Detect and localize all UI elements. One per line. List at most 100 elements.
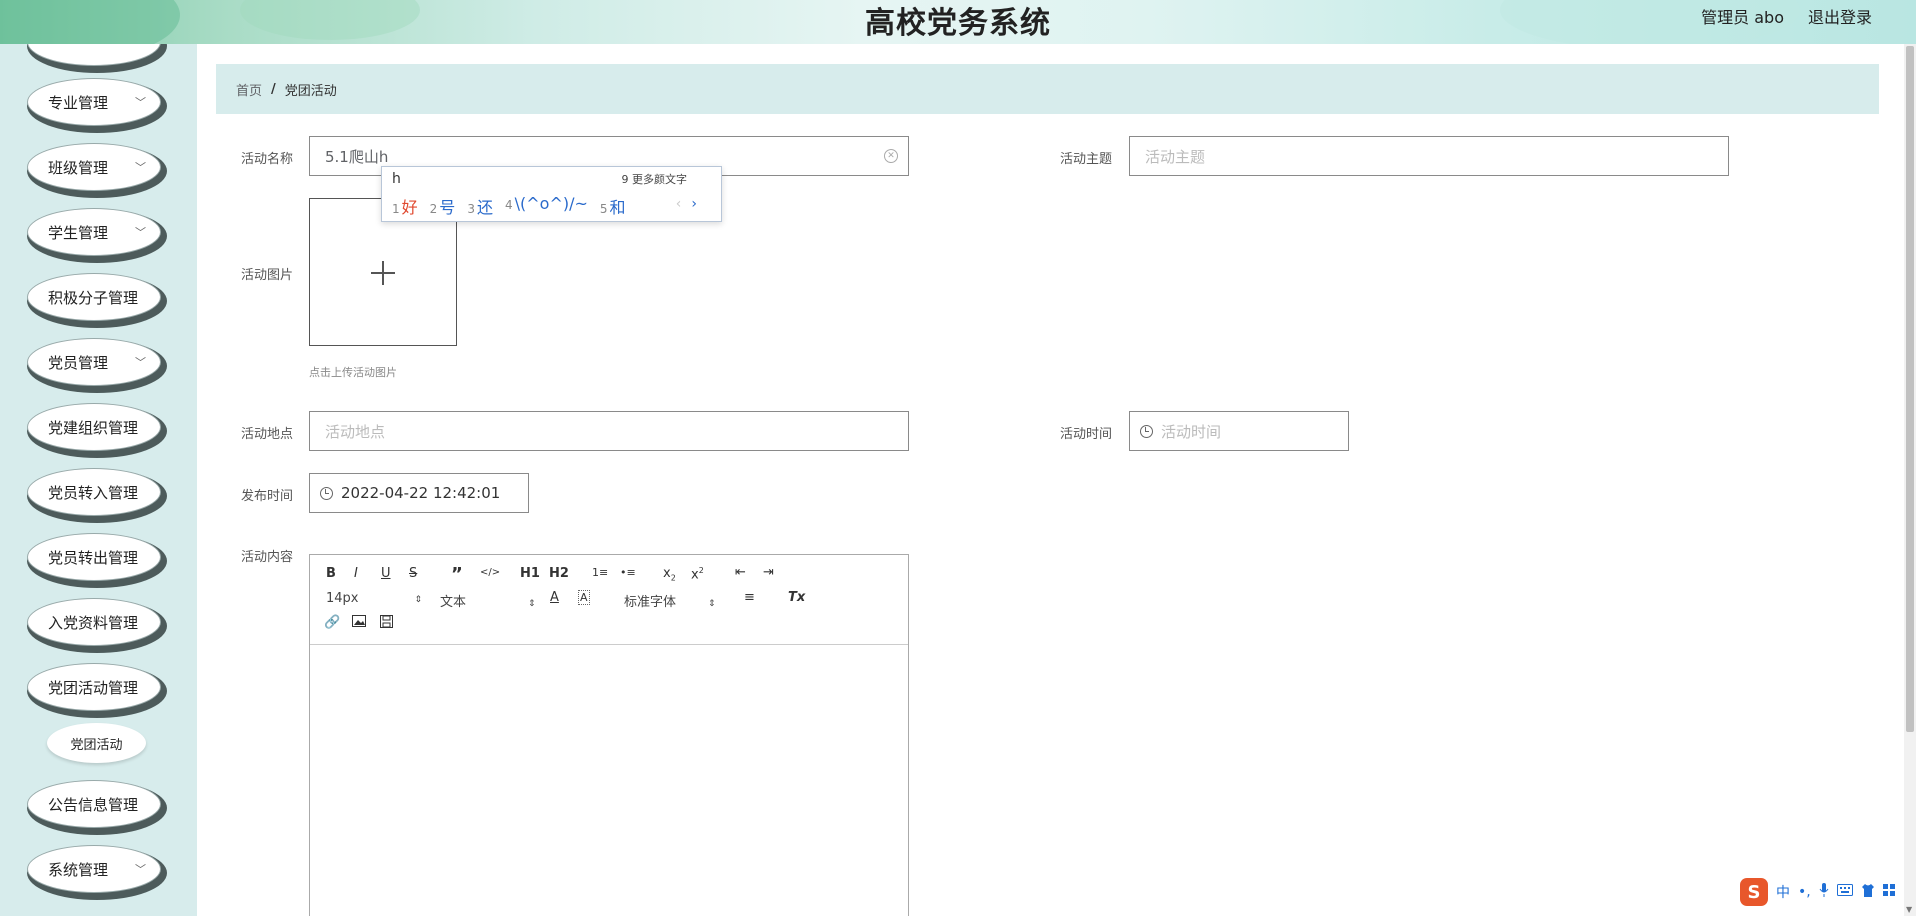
activity-time-placeholder: 活动时间 [1161,422,1222,441]
publish-time-value: 2022-04-22 12:42:01 [341,484,501,502]
strike-button[interactable]: S [409,566,417,581]
publish-time-label: 发布时间 [241,489,294,504]
sidebar-item-student[interactable]: 学生管理 ﹀ [27,208,161,256]
sidebar-item-organization[interactable]: 党建组织管理 [27,403,161,451]
sidebar-item-label: 入党资料管理 [48,613,139,632]
publish-time-picker[interactable]: 2022-04-22 12:42:01 [309,473,529,513]
outdent-button[interactable]: ⇤ [735,565,746,580]
sidebar-item-label: 党团活动管理 [48,678,139,697]
ime-next-page[interactable]: › [691,196,697,212]
sidebar-item-partial[interactable] [27,44,161,66]
subscript-button[interactable]: x2 [663,566,676,583]
clock-icon [1140,424,1153,438]
chevron-down-icon: ﹀ [135,226,146,239]
ime-punctuation-toggle[interactable]: •, [1798,884,1811,900]
sidebar-item-member[interactable]: 党员管理 ﹀ [27,338,161,386]
sidebar-item-notices[interactable]: 公告信息管理 [27,780,161,828]
ime-candidate-number: 4 [504,198,513,212]
clear-format-button[interactable]: Tx [788,590,805,605]
ime-candidate[interactable]: 3还 [467,194,493,218]
header-select[interactable]: 文本 ⇕ [440,591,536,610]
ime-candidate-text: 还 [476,198,493,217]
clear-icon[interactable]: ✕ [884,149,898,163]
indent-button[interactable]: ⇥ [763,565,774,580]
editor-toolbar: B I U S ” </> H1 H2 1≡ •≡ x2 x2 ⇤ ⇥ 14px… [310,555,908,645]
bullet-list-button[interactable]: •≡ [620,566,636,579]
ime-candidate[interactable]: 5和 [600,194,626,218]
ime-more-number: 9 [621,173,629,186]
chevron-down-icon: ﹀ [135,161,146,174]
background-color-button[interactable]: A [578,590,590,605]
bold-button[interactable]: B [326,566,336,581]
sidebar-item-system[interactable]: 系统管理 ﹀ [27,845,161,893]
sidebar-subitem-activity[interactable]: 党团活动 [47,723,146,763]
font-family-value: 标准字体 [624,595,677,610]
sidebar-item-materials[interactable]: 入党资料管理 [27,598,161,646]
plus-icon [382,261,384,285]
image-icon[interactable] [352,615,366,631]
font-size-select[interactable]: 14px ⇕ [326,591,422,606]
sidebar-item-class[interactable]: 班级管理 ﹀ [27,143,161,191]
ime-page-nav: ‹ › [676,196,697,212]
ime-prev-page[interactable]: ‹ [676,196,682,212]
chevron-down-icon: ﹀ [135,356,146,369]
activity-time-picker[interactable]: 活动时间 [1129,411,1349,451]
activity-theme-label: 活动主题 [1060,152,1113,167]
ime-composition: h [392,171,401,187]
sidebar-item-major[interactable]: 专业管理 ﹀ [27,78,161,126]
keyboard-icon[interactable] [1836,884,1853,900]
sidebar-item-label: 党员转出管理 [48,548,139,567]
skin-shirt-icon[interactable] [1861,883,1875,901]
ime-candidate-number: 3 [467,202,475,216]
font-family-select[interactable]: 标准字体 ⇕ [624,591,716,610]
breadcrumb-home[interactable]: 首页 [236,80,262,99]
activity-place-input[interactable]: 活动地点 [309,411,909,451]
activity-content-label: 活动内容 [241,550,294,565]
blockquote-button[interactable]: ” [451,564,463,585]
ime-candidate-number: 2 [429,202,438,216]
header-user-area: 管理员 abo 退出登录 [1701,4,1872,28]
italic-button[interactable]: I [354,566,358,581]
scrollbar-thumb[interactable] [1906,46,1914,732]
select-arrows-icon: ⇕ [528,599,536,609]
ime-candidate-number: 5 [599,202,608,216]
sidebar-item-activities[interactable]: 党团活动管理 [27,663,161,711]
sidebar-item-label: 班级管理 [48,158,109,177]
sidebar-item-label: 学生管理 [48,223,109,242]
link-icon[interactable]: 🔗 [324,615,340,630]
editor-content-area[interactable] [310,645,908,915]
sidebar-item-transfer-out[interactable]: 党员转出管理 [27,533,161,581]
sidebar-item-activist[interactable]: 积极分子管理 [27,273,161,321]
sogou-logo-icon[interactable]: S [1740,878,1768,906]
select-arrows-icon: ⇕ [708,599,716,609]
header1-button[interactable]: H1 [520,566,540,581]
system-title: 高校党务系统 [865,6,1051,41]
code-block-button[interactable]: </> [480,567,500,578]
ime-candidate[interactable]: 4 \(^o^)/~ [505,194,588,218]
ime-more-emoticons[interactable]: 9 更多颜文字 [622,171,688,187]
breadcrumb: 首页 / 党团活动 [216,64,1879,114]
clock-icon [320,486,333,500]
upload-tip: 点击上传活动图片 [309,366,397,379]
toolbox-grid-icon[interactable] [1882,883,1896,901]
sidebar-item-label: 党员转入管理 [48,483,139,502]
microphone-icon[interactable] [1819,883,1829,901]
page-scrollbar[interactable]: ▼ [1904,44,1916,916]
ime-candidate[interactable]: 2号 [430,194,456,218]
admin-user-label[interactable]: 管理员 abo [1701,4,1784,28]
superscript-button[interactable]: x2 [691,566,704,582]
ordered-list-button[interactable]: 1≡ [592,566,608,579]
sidebar-item-transfer-in[interactable]: 党员转入管理 [27,468,161,516]
sidebar-item-label: 公告信息管理 [48,795,139,814]
font-color-button[interactable]: A [550,590,559,605]
ime-mode-toggle[interactable]: 中 [1776,882,1790,902]
ime-candidate[interactable]: 1好 [392,194,418,218]
logout-link[interactable]: 退出登录 [1808,4,1872,28]
ime-candidate-number: 1 [392,202,400,216]
align-button[interactable]: ≡ [744,590,755,605]
activity-theme-input[interactable]: 活动主题 [1129,136,1729,176]
underline-button[interactable]: U [381,566,391,581]
header2-button[interactable]: H2 [549,566,569,581]
ime-more-label: 更多颜文字 [632,173,687,186]
video-icon[interactable] [380,615,393,632]
